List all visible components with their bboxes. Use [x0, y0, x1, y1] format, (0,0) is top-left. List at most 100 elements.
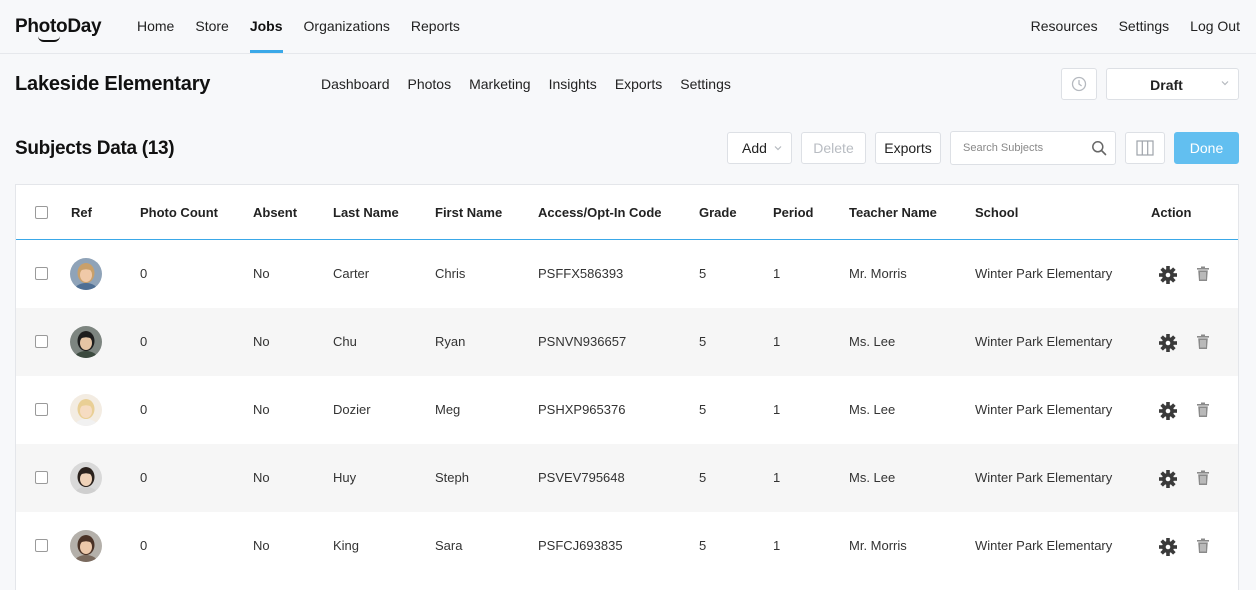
school-cell: Winter Park Elementary: [975, 470, 1113, 485]
photoday-logo[interactable]: PhotoDay: [15, 16, 102, 38]
table-row: 0 No Dozier Meg PSHXP965376 5 1 Ms. Lee Winter P…: [16, 376, 1238, 444]
trash-icon[interactable]: [1196, 402, 1210, 423]
exports-button[interactable]: Exports: [875, 132, 941, 164]
gear-icon[interactable]: [1159, 470, 1177, 493]
absent-cell: No: [253, 334, 270, 349]
school-cell: Winter Park Elementary: [975, 402, 1113, 417]
avatar[interactable]: [70, 462, 102, 494]
search-icon[interactable]: [1091, 140, 1107, 156]
select-all-checkbox[interactable]: [35, 206, 48, 219]
nav-store[interactable]: Store: [195, 0, 228, 53]
row-checkbox[interactable]: [35, 403, 48, 416]
first-name-cell: Ryan: [435, 334, 466, 349]
grade-cell: 5: [699, 402, 707, 417]
history-button[interactable]: [1061, 68, 1097, 100]
column-header-grade[interactable]: Grade: [699, 205, 737, 220]
column-header-period[interactable]: Period: [773, 205, 813, 220]
subnav-dashboard[interactable]: Dashboard: [321, 76, 390, 92]
column-header-photo-count[interactable]: Photo Count: [140, 205, 218, 220]
teacher-name-cell: Ms. Lee: [849, 334, 896, 349]
main-nav: Home Store Jobs Organizations Reports: [137, 0, 481, 53]
table-row: 0 No Chu Ryan PSNVN936657 5 1 Ms. Lee Winter Par…: [16, 308, 1238, 376]
add-button-label: Add: [742, 140, 767, 156]
job-status-value: Draft: [1150, 77, 1183, 93]
trash-icon[interactable]: [1196, 266, 1210, 287]
teacher-name-cell: Mr. Morris: [849, 538, 907, 553]
photo-count-cell: 0: [140, 266, 148, 281]
subjects-table: Ref Photo Count Absent Last Name First Name A…: [15, 184, 1239, 590]
trash-icon[interactable]: [1196, 334, 1210, 355]
column-header-first-name[interactable]: First Name: [435, 205, 502, 220]
done-button[interactable]: Done: [1174, 132, 1239, 164]
first-name-cell: Sara: [435, 538, 463, 553]
table-header: Ref Photo Count Absent Last Name First Name A…: [16, 185, 1238, 240]
columns-toggle-button[interactable]: [1125, 132, 1165, 164]
nav-organizations[interactable]: Organizations: [304, 0, 390, 53]
subnav-photos[interactable]: Photos: [408, 76, 452, 92]
add-dropdown-button[interactable]: Add: [727, 132, 792, 164]
column-header-school[interactable]: School: [975, 205, 1018, 220]
row-checkbox[interactable]: [35, 539, 48, 552]
photo-count-cell: 0: [140, 402, 148, 417]
period-cell: 1: [773, 402, 781, 417]
gear-icon[interactable]: [1159, 334, 1177, 357]
trash-icon[interactable]: [1196, 470, 1210, 491]
nav-resources[interactable]: Resources: [1031, 0, 1098, 53]
search-input[interactable]: [951, 132, 1086, 164]
avatar[interactable]: [70, 326, 102, 358]
gear-icon[interactable]: [1159, 402, 1177, 425]
column-header-access-opt-in-code[interactable]: Access/Opt-In Code: [538, 205, 662, 220]
subnav-insights[interactable]: Insights: [549, 76, 597, 92]
row-checkbox[interactable]: [35, 471, 48, 484]
photo-count-cell: 0: [140, 538, 148, 553]
teacher-name-cell: Mr. Morris: [849, 266, 907, 281]
row-checkbox[interactable]: [35, 267, 48, 280]
search-subjects: [950, 131, 1116, 165]
access-code-cell: PSNVN936657: [538, 334, 627, 349]
avatar[interactable]: [70, 394, 102, 426]
nav-home[interactable]: Home: [137, 0, 174, 53]
period-cell: 1: [773, 538, 781, 553]
last-name-cell: Dozier: [333, 402, 371, 417]
nav-log-out[interactable]: Log Out: [1190, 0, 1240, 53]
absent-cell: No: [253, 266, 270, 281]
page-title: Lakeside Elementary: [15, 73, 211, 95]
subnav-marketing[interactable]: Marketing: [469, 76, 530, 92]
subjects-title: Subjects Data (13): [15, 138, 175, 159]
job-status-select[interactable]: Draft: [1106, 68, 1239, 100]
column-header-last-name[interactable]: Last Name: [333, 205, 399, 220]
delete-button[interactable]: Delete: [801, 132, 866, 164]
nav-jobs[interactable]: Jobs: [249, 0, 283, 53]
absent-cell: No: [253, 402, 270, 417]
trash-icon[interactable]: [1196, 538, 1210, 559]
subnav-exports[interactable]: Exports: [615, 76, 662, 92]
access-code-cell: PSFCJ693835: [538, 538, 623, 553]
column-header-ref: Ref: [71, 205, 92, 220]
subnav-settings[interactable]: Settings: [680, 76, 731, 92]
last-name-cell: King: [333, 538, 360, 553]
school-cell: Winter Park Elementary: [975, 266, 1113, 281]
grade-cell: 5: [699, 266, 707, 281]
chevron-down-icon: [774, 146, 782, 151]
last-name-cell: Huy: [333, 470, 357, 485]
school-cell: Winter Park Elementary: [975, 334, 1113, 349]
avatar[interactable]: [70, 530, 102, 562]
top-navigation: PhotoDay Home Store Jobs Organizations Repor…: [0, 0, 1256, 54]
row-checkbox[interactable]: [35, 335, 48, 348]
period-cell: 1: [773, 470, 781, 485]
first-name-cell: Meg: [435, 402, 461, 417]
period-cell: 1: [773, 334, 781, 349]
chevron-down-icon: [1221, 81, 1229, 86]
last-name-cell: Chu: [333, 334, 357, 349]
gear-icon[interactable]: [1159, 266, 1177, 289]
column-header-absent[interactable]: Absent: [253, 205, 297, 220]
period-cell: 1: [773, 266, 781, 281]
photo-count-cell: 0: [140, 334, 148, 349]
nav-settings[interactable]: Settings: [1119, 0, 1170, 53]
teacher-name-cell: Ms. Lee: [849, 402, 896, 417]
gear-icon[interactable]: [1159, 538, 1177, 561]
nav-reports[interactable]: Reports: [411, 0, 460, 53]
column-header-teacher-name[interactable]: Teacher Name: [849, 205, 937, 220]
avatar[interactable]: [70, 258, 102, 290]
school-cell: Winter Park Elementary: [975, 538, 1113, 553]
